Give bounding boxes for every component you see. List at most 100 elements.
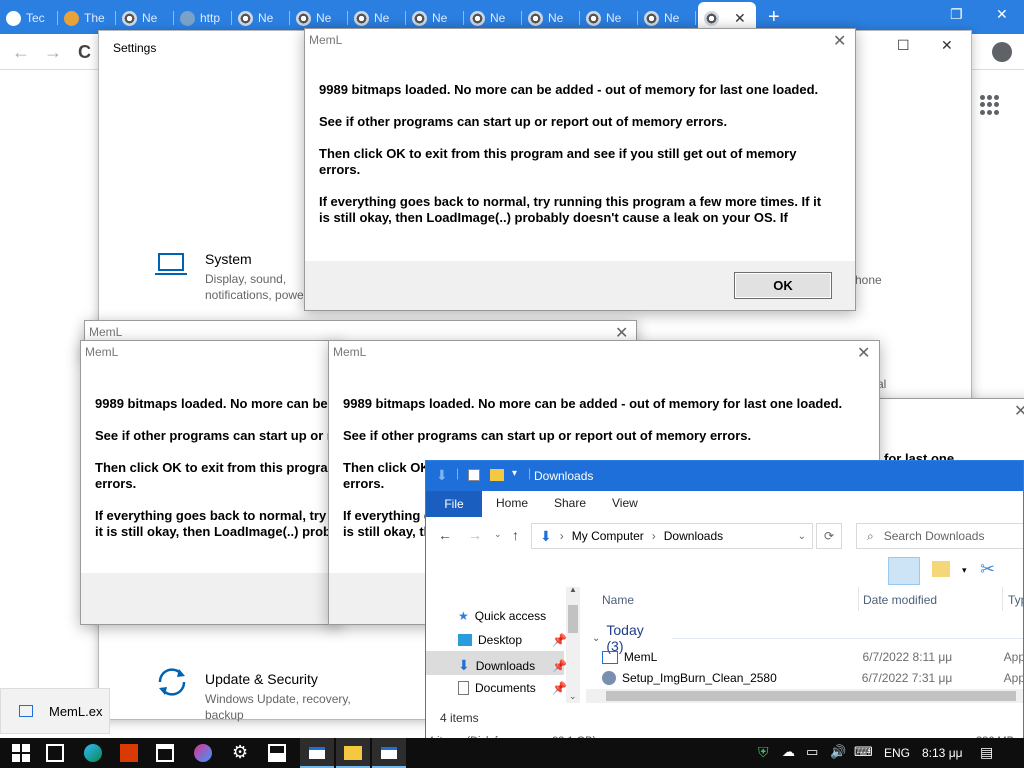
search-input[interactable]: ⌕ Search Downloads bbox=[856, 523, 1023, 549]
store-icon[interactable] bbox=[156, 744, 174, 762]
message-line-4: If everything goes back to normal, try r… bbox=[319, 194, 822, 225]
quick-access-down-icon[interactable]: ⬇ bbox=[436, 467, 448, 484]
scroll-thumb[interactable] bbox=[568, 605, 578, 633]
horizontal-scrollbar[interactable] bbox=[586, 689, 1023, 703]
message-line-4: If everything goes back to normal, try r… bbox=[95, 508, 339, 539]
close-icon[interactable]: ✕ bbox=[833, 31, 846, 51]
details-pane-icon[interactable] bbox=[932, 561, 950, 577]
clock[interactable]: 8:13 μμ bbox=[922, 746, 963, 760]
up-button[interactable]: ↑ bbox=[512, 527, 519, 543]
new-tab-button[interactable]: + bbox=[768, 6, 780, 29]
close-icon[interactable]: ✕ bbox=[941, 37, 953, 54]
tab-label: Ne bbox=[374, 11, 390, 25]
nav-downloads[interactable]: ⬇ Downloads 📌 bbox=[458, 657, 567, 674]
chevron-down-icon[interactable]: ▾ bbox=[962, 565, 967, 576]
keyboard-icon[interactable]: ⌨ bbox=[854, 744, 873, 760]
settings-title: Settings bbox=[113, 41, 157, 55]
message-line-2: See if other programs can start up or re… bbox=[343, 428, 752, 443]
language-indicator[interactable]: ENG bbox=[884, 746, 910, 760]
scroll-up-icon[interactable]: ▲ bbox=[569, 585, 577, 594]
forward-button[interactable]: → bbox=[44, 42, 62, 63]
nav-documents[interactable]: Documents 📌 bbox=[458, 681, 567, 695]
tab-view[interactable]: View bbox=[612, 496, 638, 510]
pin-icon[interactable]: 📌 bbox=[552, 633, 567, 647]
taskbar-explorer-button[interactable] bbox=[336, 738, 370, 768]
back-button[interactable]: ← bbox=[12, 42, 30, 63]
new-folder-icon[interactable] bbox=[490, 469, 504, 481]
volume-icon[interactable]: 🔊 bbox=[830, 744, 846, 760]
security-shield-icon[interactable]: ⛨ bbox=[758, 744, 769, 761]
dialog-title: MemL bbox=[89, 325, 123, 339]
ok-button[interactable]: OK bbox=[734, 272, 832, 299]
address-chevron-icon[interactable]: ⌄ bbox=[798, 531, 806, 542]
tab-label: Ne bbox=[606, 11, 622, 25]
tab-share[interactable]: Share bbox=[554, 496, 586, 510]
close-icon[interactable]: ✕ bbox=[1014, 401, 1024, 421]
search-placeholder: Search Downloads bbox=[883, 529, 985, 543]
pc-icon[interactable]: ▭ bbox=[806, 744, 818, 760]
tab-4[interactable]: Ne bbox=[232, 4, 290, 32]
col-date-modified[interactable]: Date modified bbox=[863, 593, 937, 607]
close-window-icon[interactable]: ✕ bbox=[996, 6, 1008, 23]
customize-chevron-icon[interactable]: ▾ bbox=[512, 468, 517, 479]
scroll-down-icon[interactable]: ⌄ bbox=[569, 691, 577, 702]
back-button[interactable]: ← bbox=[438, 527, 452, 543]
taskbar-meml-button[interactable] bbox=[300, 738, 334, 768]
tab-2[interactable]: Ne bbox=[116, 4, 174, 32]
tab-1[interactable]: The bbox=[58, 4, 116, 32]
taskbar-preview[interactable]: MemL.ex bbox=[0, 688, 110, 734]
list-item[interactable]: Setup_ImgBurn_Clean_2580 6/7/2022 7:31 μ… bbox=[602, 668, 1023, 688]
update-text[interactable]: Update & Security Windows Update, recove… bbox=[205, 671, 385, 723]
system-text[interactable]: System Display, sound, notifications, po… bbox=[205, 251, 315, 303]
breadcrumb-my-computer[interactable]: My Computer bbox=[572, 529, 644, 543]
close-icon[interactable]: ✕ bbox=[857, 343, 870, 363]
apps-grid-icon[interactable] bbox=[980, 95, 1000, 115]
taskbar-meml-button-2[interactable] bbox=[372, 738, 406, 768]
settings-gear-icon[interactable]: ⚙ bbox=[232, 742, 248, 763]
tab-home[interactable]: Home bbox=[496, 496, 528, 510]
restore-icon[interactable]: ❐ bbox=[950, 6, 963, 23]
preview-pane-button[interactable] bbox=[888, 557, 920, 585]
forward-button[interactable]: → bbox=[468, 527, 482, 543]
settings-update[interactable] bbox=[155, 665, 189, 702]
nav-quick-access[interactable]: ★ Quick access bbox=[458, 609, 546, 623]
profile-avatar[interactable] bbox=[992, 42, 1012, 62]
chevron-down-icon: ⌄ bbox=[592, 632, 601, 644]
office-icon[interactable] bbox=[120, 744, 138, 762]
col-name[interactable]: Name bbox=[602, 593, 634, 607]
cut-icon[interactable]: ✂ bbox=[980, 559, 995, 580]
tab-0[interactable]: Tec bbox=[0, 4, 58, 32]
tab-file[interactable]: File bbox=[426, 491, 482, 517]
status-item-count: 4 items bbox=[440, 711, 479, 725]
properties-icon[interactable] bbox=[468, 469, 480, 481]
pin-icon[interactable]: 📌 bbox=[552, 659, 567, 673]
maximize-icon[interactable]: ☐ bbox=[897, 37, 910, 54]
notification-icon[interactable]: ▤ bbox=[980, 744, 993, 761]
cloud-offline-icon[interactable]: ☁ bbox=[782, 744, 795, 760]
meml-dialog-main: MemL ✕ 9989 bitmaps loaded. No more can … bbox=[304, 28, 856, 311]
list-item[interactable]: MemL 6/7/2022 8:11 μμ App bbox=[602, 647, 1023, 667]
refresh-button[interactable]: ⟳ bbox=[816, 523, 842, 549]
col-type[interactable]: Typ bbox=[1008, 593, 1023, 607]
message-line-2: See if other programs can start up or re… bbox=[319, 114, 728, 129]
settings-system[interactable] bbox=[155, 251, 187, 282]
downloads-icon: ⬇ bbox=[458, 657, 470, 673]
tab-3[interactable]: http bbox=[174, 4, 232, 32]
chrome-icon bbox=[586, 10, 601, 26]
photos-icon[interactable] bbox=[268, 744, 286, 762]
breadcrumb-downloads[interactable]: Downloads bbox=[664, 529, 723, 543]
task-view-icon[interactable] bbox=[46, 744, 64, 762]
edge-icon[interactable] bbox=[84, 744, 102, 762]
app-pin-icon[interactable] bbox=[194, 744, 212, 762]
close-tab-icon[interactable]: ✕ bbox=[734, 10, 746, 27]
dialog-message: 9989 bitmaps loaded. No more can be adde… bbox=[319, 82, 824, 234]
app-icon bbox=[602, 650, 618, 664]
nav-desktop[interactable]: Desktop 📌 bbox=[458, 633, 567, 647]
nav-scrollbar[interactable] bbox=[566, 587, 580, 703]
scroll-thumb[interactable] bbox=[606, 691, 1016, 701]
recent-chevron-icon[interactable]: ⌄ bbox=[494, 529, 502, 540]
address-bar[interactable]: ⬇ › My Computer › Downloads ⌄ bbox=[531, 523, 813, 549]
reload-button[interactable]: C bbox=[78, 42, 91, 63]
pin-icon[interactable]: 📌 bbox=[552, 681, 567, 695]
windows-start-icon[interactable] bbox=[12, 744, 30, 762]
